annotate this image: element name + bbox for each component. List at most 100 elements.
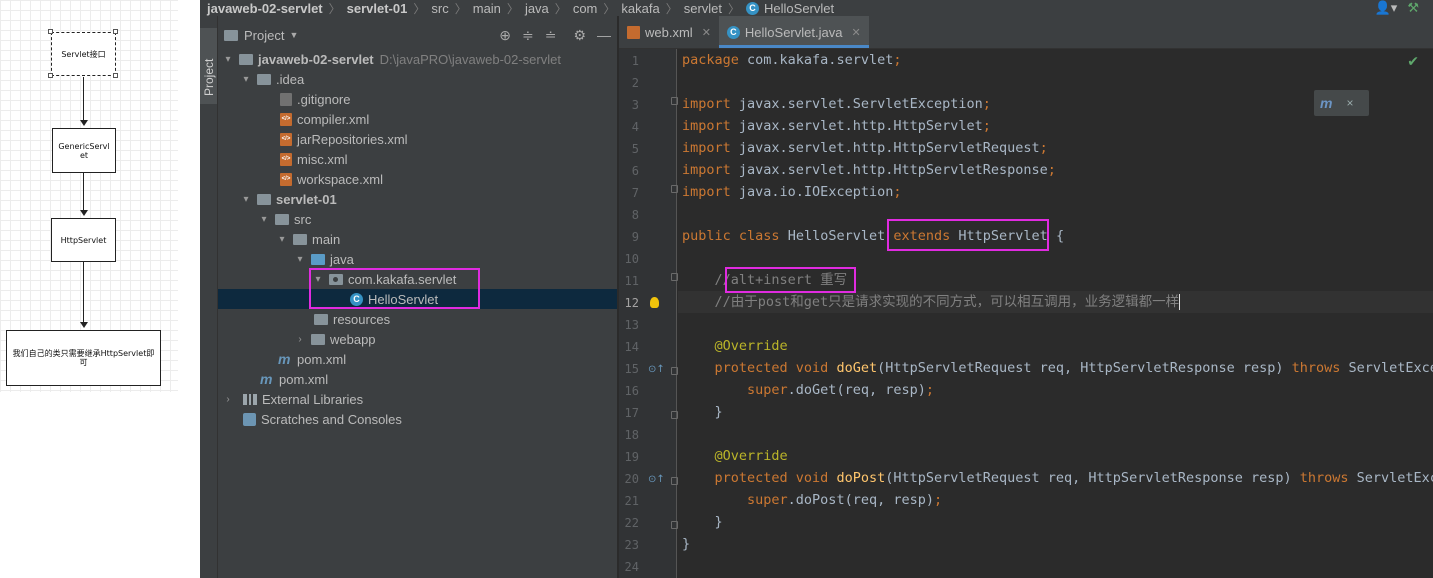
diagram-node-custom-class[interactable]: 我们自己的类只需要继承HttpServlet即可 (6, 330, 161, 386)
user-icon[interactable]: 👤▾ (1375, 0, 1398, 16)
resize-handle[interactable] (48, 73, 53, 78)
line-number: 11 (624, 274, 639, 288)
tree-item-workspace-xml[interactable]: </> workspace.xml (218, 169, 617, 189)
chevron-down-icon[interactable]: ▾ (312, 274, 324, 285)
tree-item-src[interactable]: ▾ src (218, 209, 617, 229)
class-name: HelloServlet (779, 228, 894, 244)
keyword-super: super (747, 382, 788, 398)
maven-reload-icon[interactable]: m (1320, 95, 1332, 111)
diagram-node-genericservlet[interactable]: GenericServlet (52, 128, 116, 173)
semicolon: ; (982, 96, 991, 112)
tree-item-idea[interactable]: ▾ .idea (218, 69, 617, 89)
tree-item-misc-xml[interactable]: </> misc.xml (218, 149, 617, 169)
chevron-down-icon[interactable]: ▾ (294, 254, 306, 265)
resize-handle[interactable] (113, 29, 118, 34)
diagram-node-servlet[interactable]: Servlet接口 (51, 32, 116, 76)
fold-icon[interactable] (671, 273, 678, 281)
fold-icon[interactable] (671, 477, 678, 485)
breadcrumb-item[interactable]: java (525, 1, 549, 16)
semicolon: ; (893, 184, 902, 200)
code-line: public class HelloServlet extends HttpSe… (678, 225, 1433, 247)
tree-item-compiler-xml[interactable]: </> compiler.xml (218, 109, 617, 129)
diagram-connector (83, 173, 84, 210)
breadcrumb-item[interactable]: com (573, 1, 598, 16)
keyword-package: package (682, 52, 739, 68)
locate-icon[interactable]: ⊕ (499, 27, 511, 44)
tree-item-project-root[interactable]: ▾ javaweb-02-servlet D:\javaPRO\javaweb-… (218, 49, 617, 69)
tree-item-servlet-01[interactable]: ▾ servlet-01 (218, 189, 617, 209)
fold-icon[interactable] (671, 97, 678, 105)
chevron-down-icon[interactable]: ▾ (222, 54, 234, 65)
tab-web-xml[interactable]: web.xml ✕ (619, 16, 719, 48)
maven-reload-popup[interactable]: m × (1314, 90, 1369, 116)
project-panel: Project ▼ ⊕ ≑ ≐ ⚙ — ▾ javaweb-02-servlet… (218, 16, 618, 578)
chevron-down-icon[interactable]: ▾ (240, 74, 252, 85)
checkmark-icon[interactable]: ✔ (1407, 54, 1419, 70)
folder-icon (257, 73, 271, 85)
fold-icon[interactable] (671, 367, 678, 375)
breadcrumb-item[interactable]: javaweb-02-servlet (207, 1, 323, 16)
build-hammer-icon[interactable]: ⚒ (1407, 0, 1419, 16)
breadcrumb-item-current[interactable]: C HelloServlet (746, 1, 834, 16)
gear-icon[interactable]: ⚙ (573, 27, 586, 44)
tree-item-package[interactable]: ▾ com.kakafa.servlet (218, 269, 617, 289)
tree-item-path: D:\javaPRO\javaweb-02-servlet (379, 51, 561, 67)
chevron-down-icon[interactable]: ▾ (258, 214, 270, 225)
semicolon: ; (982, 118, 991, 134)
collapse-all-icon[interactable]: ≐ (545, 27, 557, 44)
close-icon[interactable]: × (1346, 96, 1353, 110)
line-number: 24 (624, 560, 639, 574)
resize-handle[interactable] (48, 29, 53, 34)
method-call: .doGet(req, resp) (787, 382, 926, 398)
breadcrumb-item[interactable]: main (473, 1, 501, 16)
line-number: 12 (624, 296, 639, 310)
close-icon[interactable]: ✕ (851, 26, 860, 39)
tree-item-java[interactable]: ▾ java (218, 249, 617, 269)
fold-icon[interactable] (671, 411, 678, 419)
fold-icon[interactable] (671, 185, 678, 193)
chevron-down-icon[interactable]: ▾ (240, 194, 252, 205)
tree-item-external-libraries[interactable]: › External Libraries (218, 389, 617, 409)
lightbulb-icon[interactable] (650, 297, 659, 308)
tree-item-pom-module[interactable]: m pom.xml (218, 349, 617, 369)
expand-all-icon[interactable]: ≑ (522, 27, 534, 44)
project-panel-title[interactable]: Project (244, 28, 284, 43)
keyword-throws: throws (1299, 470, 1349, 486)
tree-item-pom-root[interactable]: m pom.xml (218, 369, 617, 389)
code-line: package com.kakafa.servlet; (678, 49, 1433, 71)
xml-file-icon: </> (280, 172, 292, 186)
tree-item-scratches[interactable]: Scratches and Consoles (218, 409, 617, 429)
diagram-node-httpservlet[interactable]: HttpServlet (51, 218, 116, 262)
breadcrumb-item[interactable]: src (431, 1, 448, 16)
tree-item-jarrepositories-xml[interactable]: </> jarRepositories.xml (218, 129, 617, 149)
tree-item-resources[interactable]: resources (218, 309, 617, 329)
override-marker-icon[interactable]: ⊙↑ (648, 474, 665, 485)
semicolon: ; (893, 52, 902, 68)
chevron-right-icon[interactable]: › (294, 334, 306, 345)
breadcrumb-item[interactable]: kakafa (621, 1, 659, 16)
breadcrumb-item[interactable]: servlet (684, 1, 722, 16)
code-area[interactable]: package com.kakafa.servlet; import javax… (678, 49, 1433, 578)
tree-item-helloservlet[interactable]: C HelloServlet (218, 289, 617, 309)
fold-icon[interactable] (671, 521, 678, 529)
tree-item-label: resources (333, 311, 391, 327)
minimize-icon[interactable]: — (597, 27, 611, 44)
tree-item-main[interactable]: ▾ main (218, 229, 617, 249)
tree-item-gitignore[interactable]: .gitignore (218, 89, 617, 109)
folder-icon (275, 213, 289, 225)
resources-folder-icon (314, 313, 328, 325)
chevron-down-icon[interactable]: ▾ (276, 234, 288, 245)
chevron-right-icon: 〉 (454, 1, 467, 16)
folder-icon (311, 333, 325, 345)
chevron-right-icon[interactable]: › (222, 394, 234, 405)
project-tool-tab[interactable]: Project (200, 28, 217, 104)
resize-handle[interactable] (113, 73, 118, 78)
breadcrumb-item[interactable]: servlet-01 (347, 1, 408, 16)
line-number: 1 (631, 54, 639, 68)
code-line: super.doGet(req, resp); (678, 379, 1433, 401)
tab-helloservlet-java[interactable]: C HelloServlet.java ✕ (718, 16, 869, 48)
chevron-down-icon[interactable]: ▼ (289, 30, 298, 40)
override-marker-icon[interactable]: ⊙↑ (648, 364, 665, 375)
tree-item-webapp[interactable]: › webapp (218, 329, 617, 349)
close-icon[interactable]: ✕ (702, 26, 711, 39)
